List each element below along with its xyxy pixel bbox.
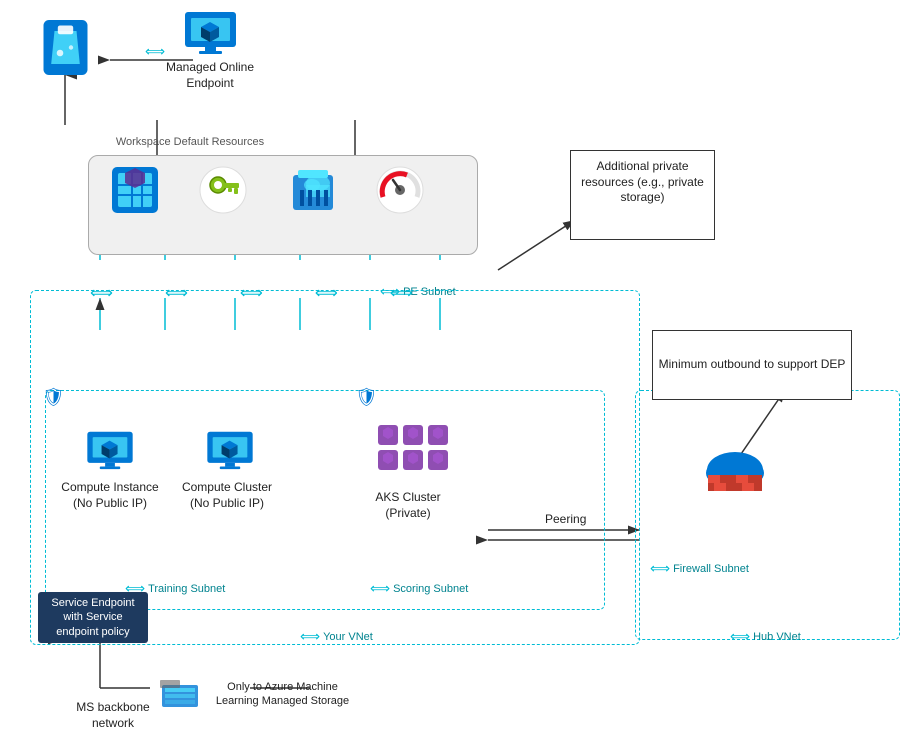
hub-vnet-icon: ⟺ [730,628,750,645]
aks-cluster-icon [368,420,458,483]
only-azure-ml-label: Only to Azure Machine Learning Managed S… [205,680,360,709]
compute-instance-icon [75,430,145,473]
compute-instance-label: Compute Instance (No Public IP) [55,480,165,511]
shield-icon-left: 🛡 [42,387,65,408]
managed-online-endpoint-icon [175,10,245,58]
pe-subnet-connectors-row: ⟺ ⟺ ⟺ ⟺ ⟺ [90,283,413,303]
minimum-outbound-label: Minimum outbound to support DEP [659,357,846,373]
app-insights-icon [375,165,425,218]
compute-cluster-label: Compute Cluster (No Public IP) [172,480,282,511]
azure-ml-icon [30,20,100,78]
pe-connector-4: ⟺ [315,283,338,303]
hub-vnet-label: ⟺ Hub VNet [730,628,801,645]
ms-backbone-storage-icon [160,680,200,713]
pe-connector-3: ⟺ [240,283,263,303]
firewall-icon [695,445,775,508]
svg-text:⟺: ⟺ [145,43,165,59]
service-endpoint-box: Service Endpoint with Service endpoint p… [38,592,148,643]
pe-connector-5: ⟺ [390,283,413,303]
peering-label: Peering [545,512,586,528]
pe-connector-1: ⟺ [90,283,113,303]
firewall-subnet-label: ⟺ Firewall Subnet [650,560,749,577]
additional-private-resources-box: Additional private resources (e.g., priv… [570,150,715,240]
workspace-default-resources-label: Workspace Default Resources [110,135,270,149]
your-vnet-arrow-icon: ⟺ [300,628,320,645]
hub-vnet-box [635,390,900,640]
your-vnet-label: ⟺ Your VNet [300,628,373,645]
main-diagram: ⟺ [0,0,919,735]
shield-icon-right: 🛡 [355,387,378,408]
scoring-subnet-icon: ⟺ [370,580,390,597]
ms-backbone-label: MS backbone network [68,700,158,731]
scoring-subnet-label: ⟺ Scoring Subnet [370,580,468,597]
pe-connector-2: ⟺ [165,283,188,303]
managed-online-endpoint-label: Managed Online Endpoint [160,60,260,91]
aks-cluster-label: AKS Cluster (Private) [358,490,458,521]
key-vault-icon [198,165,248,218]
compute-cluster-icon [195,430,265,473]
container-registry-icon [288,165,338,218]
firewall-subnet-icon: ⟺ [650,560,670,577]
minimum-outbound-box: Minimum outbound to support DEP [652,330,852,400]
storage-icon [110,165,160,218]
additional-private-resources-label: Additional private resources (e.g., priv… [577,159,708,206]
